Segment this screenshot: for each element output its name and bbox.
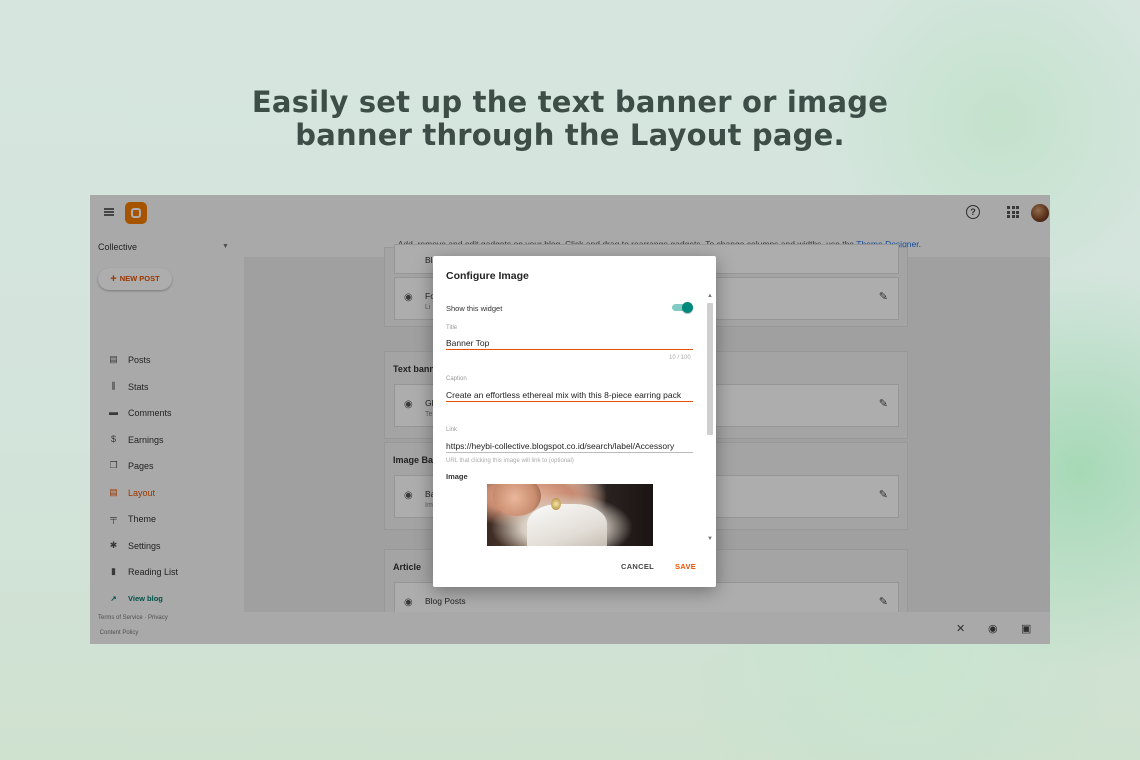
link-field-label: Link (446, 427, 458, 433)
dialog-scrollbar[interactable]: ▲ ▼ (706, 293, 714, 546)
show-widget-label: Show this widget (446, 304, 503, 313)
scroll-down-icon[interactable]: ▼ (707, 536, 713, 542)
link-field[interactable] (446, 439, 693, 453)
headline-line-1: Easily set up the text banner or image (251, 85, 889, 119)
cancel-button[interactable]: CANCEL (621, 562, 654, 571)
headline-line-2: banner through the Layout page. (295, 118, 845, 152)
dialog-title: Configure Image (446, 270, 529, 282)
image-label: Image (446, 472, 468, 481)
scroll-up-icon[interactable]: ▲ (707, 293, 713, 299)
headline: Easily set up the text banner or image b… (0, 86, 1140, 152)
title-field[interactable] (446, 336, 693, 350)
scrollbar-thumb[interactable] (707, 303, 713, 435)
dialog-body: Show this widget Title 10 / 100 Caption … (433, 294, 716, 546)
caption-field-label: Caption (446, 376, 467, 382)
banner-image-preview[interactable] (487, 484, 653, 546)
title-char-counter: 10 / 100 (669, 355, 691, 361)
configure-image-dialog: Configure Image Show this widget Title 1… (433, 256, 716, 587)
show-widget-toggle[interactable] (672, 302, 693, 313)
title-field-label: Title (446, 325, 458, 331)
link-field-hint: URL that clicking this image will link t… (446, 458, 574, 464)
caption-field[interactable] (446, 388, 693, 402)
save-button[interactable]: SAVE (675, 562, 696, 571)
dialog-actions: CANCEL SAVE (433, 556, 716, 580)
